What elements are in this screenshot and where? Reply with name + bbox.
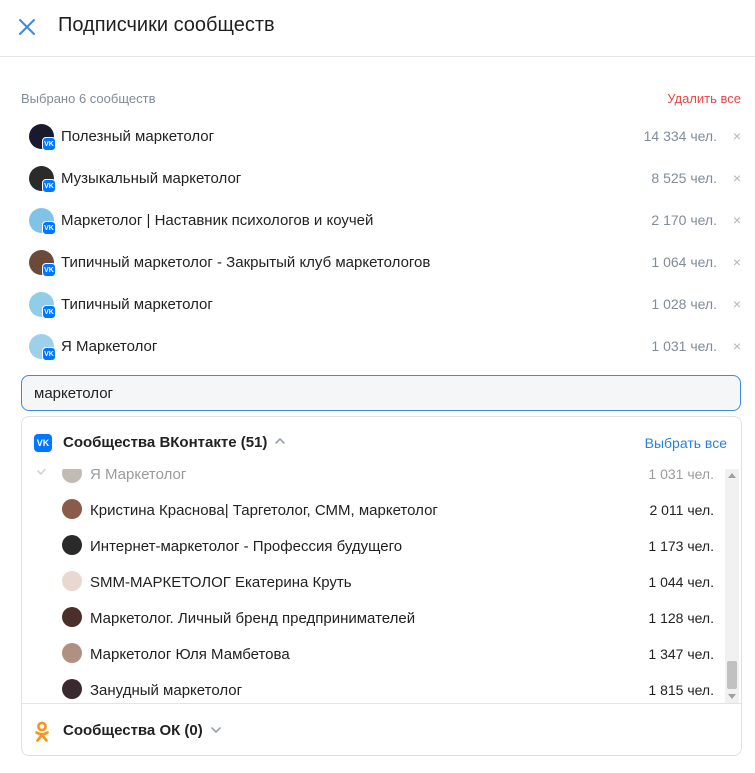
subscriber-count: 1 031 чел.: [648, 469, 714, 482]
community-list-item[interactable]: Маркетолог Юля Мамбетова 1 347 чел.: [22, 637, 722, 673]
community-name: Типичный маркетолог: [61, 296, 213, 313]
close-icon[interactable]: [16, 16, 38, 38]
ok-logo-icon: [35, 721, 49, 742]
subscriber-count: 1 044 чел.: [648, 574, 714, 590]
remove-community-icon[interactable]: ×: [733, 296, 741, 312]
selected-community-row: VK Типичный маркетолог - Закрытый клуб ма…: [21, 242, 746, 284]
vk-logo-icon: VK: [34, 434, 52, 452]
select-all-button[interactable]: Выбрать все: [645, 435, 727, 451]
vk-section-title[interactable]: Сообщества ВКонтакте (51): [63, 434, 267, 451]
selected-community-row: VK Полезный маркетолог 14 334 чел. ×: [21, 116, 746, 158]
vk-badge-icon: VK: [42, 347, 56, 361]
subscriber-count: 1 028 чел.: [651, 296, 717, 312]
subscriber-count: 1 128 чел.: [648, 610, 714, 626]
community-name: Маркетолог. Личный бренд предпринимателе…: [90, 610, 416, 627]
scroll-down-icon[interactable]: [728, 694, 736, 699]
selected-community-row: VK Маркетолог | Наставник психологов и ко…: [21, 200, 746, 242]
vk-communities-list: Я Маркетолог 1 031 чел. Кристина Краснова|…: [22, 469, 722, 703]
community-name: SMM-МАРКЕТОЛОГ Екатерина Круть: [90, 574, 352, 591]
subscriber-count: 8 525 чел.: [651, 170, 717, 186]
subscriber-count: 2 170 чел.: [651, 212, 717, 228]
vk-communities-panel: VK Сообщества ВКонтакте (51) Выбрать все…: [21, 416, 742, 756]
subscriber-count: 1 173 чел.: [648, 538, 714, 554]
community-name: Кристина Краснова| Таргетолог, СММ, марк…: [90, 502, 438, 519]
community-list-item[interactable]: Кристина Краснова| Таргетолог, СММ, марк…: [22, 493, 722, 529]
vk-badge-icon: VK: [42, 305, 56, 319]
community-avatar: [62, 571, 82, 591]
community-name: Занудный маркетолог: [90, 682, 243, 699]
check-icon: [37, 469, 47, 475]
list-scrollbar[interactable]: [725, 469, 739, 703]
community-list-item[interactable]: Интернет-маркетолог - Профессия будущего…: [22, 529, 722, 565]
community-name: Я Маркетолог: [61, 338, 158, 355]
remove-all-button[interactable]: Удалить все: [667, 91, 741, 106]
community-avatar: [62, 499, 82, 519]
vk-badge-icon: VK: [42, 221, 56, 235]
header: Подписчики сообществ: [0, 0, 755, 57]
chevron-down-icon[interactable]: [209, 723, 223, 737]
scrollbar-thumb[interactable]: [727, 661, 737, 689]
community-name: Я Маркетолог: [90, 469, 187, 483]
remove-community-icon[interactable]: ×: [733, 254, 741, 270]
community-avatar: [62, 535, 82, 555]
page-title: Подписчики сообществ: [58, 14, 275, 36]
community-avatar: [62, 469, 82, 483]
selected-community-row: VK Типичный маркетолог 1 028 чел. ×: [21, 284, 746, 326]
community-name: Типичный маркетолог - Закрытый клуб марк…: [61, 254, 431, 271]
selected-count-label: Выбрано 6 сообществ: [21, 91, 156, 106]
subscriber-count: 2 011 чел.: [649, 502, 714, 518]
community-name: Маркетолог | Наставник психологов и коуч…: [61, 212, 374, 229]
selected-community-row: VK Музыкальный маркетолог 8 525 чел. ×: [21, 158, 746, 200]
remove-community-icon[interactable]: ×: [733, 212, 741, 228]
search-input[interactable]: [21, 375, 741, 411]
chevron-up-icon[interactable]: [273, 434, 287, 448]
subscriber-count: 14 334 чел.: [643, 128, 717, 144]
community-avatar: [62, 607, 82, 627]
community-list-item[interactable]: SMM-МАРКЕТОЛОГ Екатерина Круть 1 044 чел.: [22, 565, 722, 601]
remove-community-icon[interactable]: ×: [733, 170, 741, 186]
community-name: Интернет-маркетолог - Профессия будущего: [90, 538, 403, 555]
vk-badge-icon: VK: [42, 263, 56, 277]
vk-section-header: VK Сообщества ВКонтакте (51) Выбрать все: [22, 417, 741, 469]
community-list-item[interactable]: Занудный маркетолог 1 815 чел.: [22, 673, 722, 703]
vk-badge-icon: VK: [42, 137, 56, 151]
subscriber-count: 1 064 чел.: [651, 254, 717, 270]
vk-badge-icon: VK: [42, 179, 56, 193]
ok-section-title: Сообщества ОК (0): [63, 722, 203, 739]
ok-section-header[interactable]: Сообщества ОК (0): [22, 703, 741, 755]
scroll-up-icon[interactable]: [728, 473, 736, 478]
selected-community-row: VK Я Маркетолог 1 031 чел. ×: [21, 326, 746, 368]
remove-community-icon[interactable]: ×: [733, 338, 741, 354]
subscriber-count: 1 815 чел.: [648, 682, 714, 698]
community-name: Маркетолог Юля Мамбетова: [90, 646, 290, 663]
community-list-item[interactable]: Маркетолог. Личный бренд предпринимателе…: [22, 601, 722, 637]
subscriber-count: 1 347 чел.: [648, 646, 714, 662]
subscriber-count: 1 031 чел.: [651, 338, 717, 354]
community-name: Полезный маркетолог: [61, 128, 215, 145]
community-avatar: [62, 643, 82, 663]
community-avatar: [62, 679, 82, 699]
community-name: Музыкальный маркетолог: [61, 170, 242, 187]
remove-community-icon[interactable]: ×: [733, 128, 741, 144]
community-list-item[interactable]: Я Маркетолог 1 031 чел.: [22, 469, 722, 493]
